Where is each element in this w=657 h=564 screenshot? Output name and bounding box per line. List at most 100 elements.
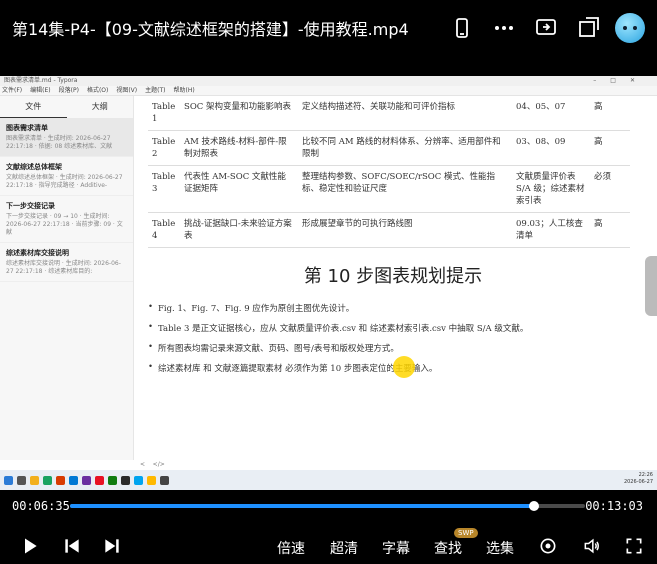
app-icon	[95, 475, 104, 485]
app-icon	[82, 475, 91, 485]
phone-icon[interactable]	[445, 11, 479, 45]
episodes-button[interactable]: 选集	[486, 538, 514, 558]
section-heading: 第 10 步图表规划提示	[303, 266, 483, 287]
cast-icon[interactable]	[529, 11, 563, 45]
table-cell-content: 定义结构描述符、关联功能和可评价指标	[298, 96, 512, 131]
typora-window-title: 图表需求清单.md - Typora	[4, 77, 78, 84]
app-icon	[121, 475, 130, 485]
table-cell-id: Table 3	[148, 165, 180, 213]
table-cell-priority: 必须	[590, 165, 630, 213]
previous-icon[interactable]	[60, 534, 84, 558]
file-item: 文献综述总体框架 文献综述总体框架 · 生成时间: 2026-06-27 22:…	[0, 157, 133, 196]
video-player: 第14集-P4-【09-文献综述框架的搭建】-使用教程.mp4 图表需求清单.m…	[0, 0, 657, 564]
sidebar-tabs: 文件 大纲	[0, 96, 133, 118]
app-icon	[147, 475, 156, 485]
window-icon[interactable]	[571, 11, 605, 45]
search-badge: SWP	[454, 528, 478, 538]
speed-button[interactable]: 倍速	[277, 538, 305, 558]
menu-view: 视图(V)	[116, 87, 138, 94]
table-cell-title: 挑战-证据缺口-未来验证方案表	[180, 212, 298, 248]
video-frame[interactable]: 图表需求清单.md - Typora –□✕ 文件(F) 编辑(E) 段落(P)…	[0, 76, 657, 490]
focus-icon[interactable]	[536, 534, 560, 558]
app-icon	[134, 475, 143, 485]
menu-theme: 主题(T)	[145, 87, 166, 94]
back-icon: <	[140, 461, 146, 468]
document-body: Table 1 SOC 架构变量和功能影响表 定义结构描述符、关联功能和可评价指…	[148, 96, 638, 460]
side-handle[interactable]	[645, 256, 657, 316]
progress-knob[interactable]	[529, 501, 539, 511]
typora-menu-bar: 文件(F) 编辑(E) 段落(P) 格式(O) 视图(V) 主题(T) 帮助(H…	[0, 86, 657, 96]
table-cell-priority: 高	[590, 130, 630, 166]
file-name: 文献综述总体框架	[6, 163, 62, 171]
search-icon	[17, 475, 26, 485]
menu-help: 帮助(H)	[173, 87, 195, 94]
play-icon[interactable]	[18, 534, 42, 558]
table-cell-id: Table 1	[148, 96, 180, 131]
taskbar-date: 2026-06-27	[623, 479, 653, 485]
taskbar-clock: 22:26 2026-06-27	[624, 472, 653, 486]
more-icon[interactable]	[487, 11, 521, 45]
video-title: 第14集-P4-【09-文献综述框架的搭建】-使用教程.mp4	[12, 20, 409, 39]
table-cell-title: AM 技术路线-材料-部件-限制对照表	[180, 130, 298, 166]
progress-fill	[70, 504, 534, 508]
table-row: Table 3 代表性 AM-SOC 文献性能证据矩阵 整理结构参数、SOFC/…	[148, 165, 630, 213]
cursor-highlight	[393, 356, 415, 378]
top-icons	[437, 0, 657, 56]
windows-taskbar: 22:26 2026-06-27	[0, 470, 657, 490]
typora-status-bar: < </>	[134, 460, 634, 470]
source-code-icon: </>	[152, 461, 165, 468]
table-cell-id: Table 4	[148, 212, 180, 248]
table-cell-refs: 09.03；人工核查清单	[512, 212, 590, 248]
tab-outline: 大纲	[91, 102, 108, 111]
table-cell-priority: 高	[590, 212, 630, 248]
window-controls-icon: –□✕	[593, 77, 649, 84]
top-bar: 第14集-P4-【09-文献综述框架的搭建】-使用教程.mp4	[0, 0, 657, 56]
search-button[interactable]: 查找	[434, 538, 462, 558]
file-item: 图表需求清单 图表需求清单 · 生成时间: 2026-06-27 22:17:1…	[0, 118, 133, 157]
file-name: 综述素材库交接说明	[6, 249, 69, 257]
menu-edit: 编辑(E)	[30, 87, 51, 94]
table-cell-refs: 04、05、07	[512, 96, 590, 131]
file-item: 综述素材库交接说明 综述素材库交接说明 · 生成时间: 2026-06-27 2…	[0, 243, 133, 282]
subtitle-button[interactable]: 字幕	[382, 538, 410, 558]
volume-icon[interactable]	[580, 534, 604, 558]
table-cell-title: SOC 架构变量和功能影响表	[180, 96, 298, 131]
file-item: 下一步交接记录 下一步交接记录 · 09 → 10 · 生成时间: 2026-0…	[0, 196, 133, 243]
current-time: 00:06:35	[12, 499, 70, 513]
menu-format: 格式(O)	[86, 87, 109, 94]
table-row: Table 1 SOC 架构变量和功能影响表 定义结构描述符、关联功能和可评价指…	[148, 96, 630, 131]
next-icon[interactable]	[100, 534, 124, 558]
file-name: 图表需求清单	[6, 124, 48, 132]
app-icon	[160, 475, 169, 485]
figure-table: Table 1 SOC 架构变量和功能影响表 定义结构描述符、关联功能和可评价指…	[148, 96, 630, 248]
list-item: Table 3 是正文证据核心，应从 文献质量评价表.csv 和 综述素材索引表…	[148, 322, 638, 334]
file-desc: 综述素材库交接说明 · 生成时间: 2026-06-27 22:17:18 · …	[6, 260, 121, 275]
taskbar-time: 22:26	[638, 472, 653, 478]
typora-title-bar: 图表需求清单.md - Typora –□✕	[0, 76, 657, 86]
table-cell-id: Table 2	[148, 130, 180, 166]
total-time: 00:13:03	[585, 499, 643, 513]
typora-sidebar: 文件 大纲 图表需求清单 图表需求清单 · 生成时间: 2026-06-27 2…	[0, 96, 134, 460]
progress-bar[interactable]	[70, 501, 585, 511]
table-cell-refs: 文献质量评价表 S/A 级；综述素材索引表	[512, 165, 590, 213]
file-desc: 文献综述总体框架 · 生成时间: 2026-06-27 22:17:18 · 指…	[6, 174, 123, 189]
menu-paragraph: 段落(P)	[58, 87, 79, 94]
table-cell-title: 代表性 AM-SOC 文献性能证据矩阵	[180, 165, 298, 213]
list-item: 所有图表均需记录来源文献、页码、图号/表号和版权处理方式。	[148, 342, 638, 354]
table-cell-content: 比较不同 AM 路线的材料体系、分辨率、适用部件和限制	[298, 130, 512, 166]
folder-icon	[30, 475, 39, 485]
table-row: Table 4 挑战-证据缺口-未来验证方案表 形成展望章节的可执行路线图 09…	[148, 212, 630, 248]
start-icon	[4, 475, 13, 485]
list-item: Fig. 1、Fig. 7、Fig. 9 应作为原创主图优先设计。	[148, 302, 638, 314]
avatar[interactable]	[615, 13, 645, 43]
control-bar: 倍速 超清 字幕 查找 SWP 选集	[0, 528, 657, 564]
file-desc: 下一步交接记录 · 09 → 10 · 生成时间: 2026-06-27 22:…	[6, 213, 123, 236]
quality-button[interactable]: 超清	[330, 538, 358, 558]
table-row: Table 2 AM 技术路线-材料-部件-限制对照表 比较不同 AM 路线的材…	[148, 130, 630, 166]
table-cell-refs: 03、08、09	[512, 130, 590, 166]
app-icon	[69, 475, 78, 485]
table-cell-content: 形成展望章节的可执行路线图	[298, 212, 512, 248]
app-icon	[108, 475, 117, 485]
fullscreen-icon[interactable]	[622, 534, 646, 558]
file-desc: 图表需求清单 · 生成时间: 2026-06-27 22:17:18 · 依据:…	[6, 135, 113, 150]
